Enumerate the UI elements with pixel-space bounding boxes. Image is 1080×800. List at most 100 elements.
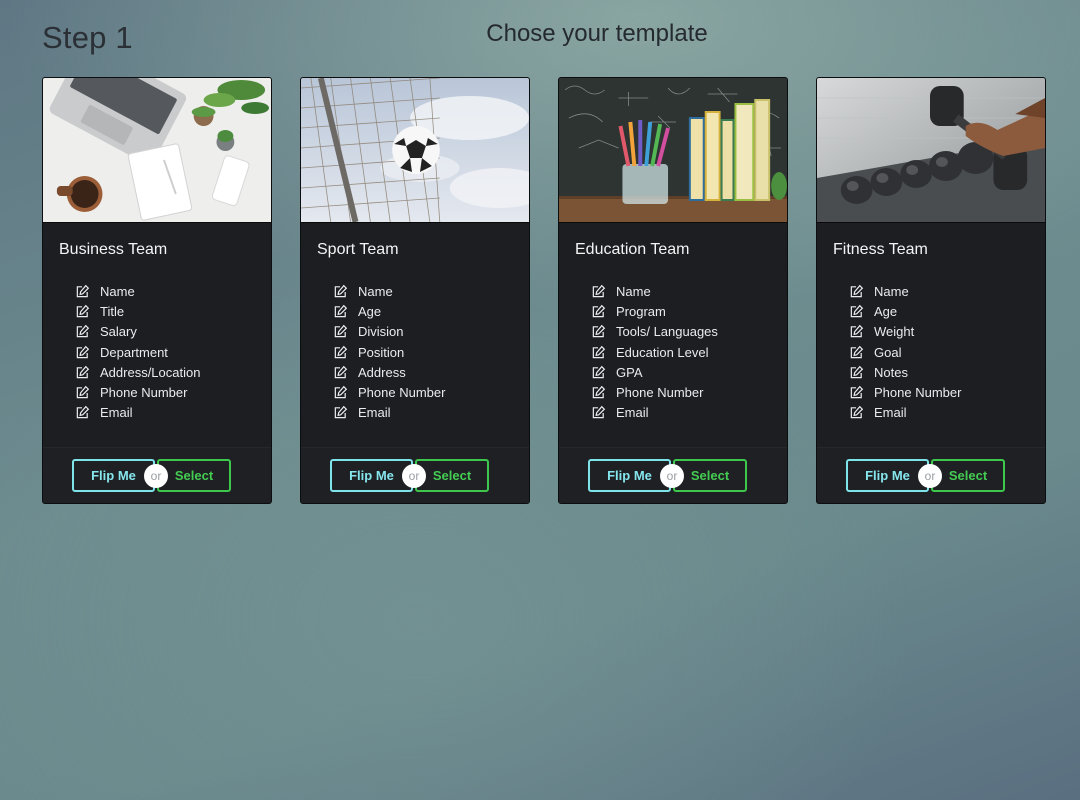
field-label: Name [616,283,651,299]
field-item: Position [333,342,445,362]
field-label: Email [100,405,133,421]
field-label: Email [874,405,907,421]
field-item: Division [333,322,445,342]
field-item: Name [75,281,200,301]
edit-icon [849,304,864,319]
card-title: Business Team [59,241,168,258]
field-label: Name [358,283,393,299]
soccer-goal-image [301,78,529,223]
select-button[interactable]: Select [157,459,231,492]
field-item: Address [333,362,445,382]
edit-icon [591,405,606,420]
field-label: Division [358,324,404,340]
or-divider: or [918,464,942,488]
edit-icon [333,304,348,319]
edit-icon [75,405,90,420]
template-card-fitness: Fitness Team Name Age Weight Goal Notes … [816,77,1046,504]
field-label: Name [100,283,135,299]
edit-icon [591,365,606,380]
field-item: Email [591,403,718,423]
edit-icon [591,385,606,400]
or-divider: or [660,464,684,488]
field-item: Age [333,301,445,321]
edit-icon [75,304,90,319]
edit-icon [75,385,90,400]
field-item: Email [849,403,961,423]
dumbbell-rack-image [817,78,1045,223]
or-divider: or [144,464,168,488]
field-label: Email [616,405,649,421]
field-label: Age [874,303,898,319]
select-button[interactable]: Select [673,459,747,492]
field-label: Name [874,283,909,299]
flip-me-button[interactable]: Flip Me [846,459,929,492]
field-label: GPA [616,364,643,380]
edit-icon [849,385,864,400]
edit-icon [849,324,864,339]
edit-icon [75,345,90,360]
template-card-business: Business Team Name Title Salary Departme… [42,77,272,504]
page-heading: Chose your template [486,20,708,47]
field-item: Email [75,403,200,423]
template-cards: Business Team Name Title Salary Departme… [42,77,1046,504]
field-item: Age [849,301,961,321]
edit-icon [75,365,90,380]
field-label: Phone Number [100,385,188,401]
edit-icon [849,405,864,420]
card-footer: Flip Me or Select [559,447,787,503]
field-item: Phone Number [75,382,200,402]
field-item: Name [849,281,961,301]
field-label: Goal [874,344,902,360]
field-label: Phone Number [874,385,962,401]
template-card-sport: Sport Team Name Age Division Position Ad… [300,77,530,504]
field-label: Phone Number [358,385,446,401]
card-title: Fitness Team [833,241,928,258]
edit-icon [849,345,864,360]
field-label: Age [358,303,382,319]
card-title: Education Team [575,241,690,258]
edit-icon [849,365,864,380]
field-item: Address/Location [75,362,200,382]
template-card-education: Education Team Name Program Tools/ Langu… [558,77,788,504]
card-footer: Flip Me or Select [301,447,529,503]
edit-icon [333,284,348,299]
field-label: Notes [874,364,908,380]
field-list: Name Program Tools/ Languages Education … [591,281,718,423]
edit-icon [591,324,606,339]
field-label: Position [358,344,405,360]
field-item: Goal [849,342,961,362]
card-footer: Flip Me or Select [43,447,271,503]
select-button[interactable]: Select [415,459,489,492]
edit-icon [591,304,606,319]
card-footer: Flip Me or Select [817,447,1045,503]
field-item: Department [75,342,200,362]
books-pencils-image [559,78,787,223]
flip-me-button[interactable]: Flip Me [72,459,155,492]
field-item: Name [333,281,445,301]
field-label: Weight [874,324,915,340]
field-item: Education Level [591,342,718,362]
or-divider: or [402,464,426,488]
field-label: Title [100,303,125,319]
field-item: Tools/ Languages [591,322,718,342]
edit-icon [849,284,864,299]
field-item: Program [591,301,718,321]
field-label: Phone Number [616,385,704,401]
select-button[interactable]: Select [931,459,1005,492]
field-label: Address [358,364,406,380]
field-item: Name [591,281,718,301]
edit-icon [75,324,90,339]
field-label: Tools/ Languages [616,324,718,340]
field-item: Title [75,301,200,321]
flip-me-button[interactable]: Flip Me [330,459,413,492]
edit-icon [591,345,606,360]
field-label: Department [100,344,168,360]
flip-me-button[interactable]: Flip Me [588,459,671,492]
field-label: Address/Location [100,364,201,380]
edit-icon [75,284,90,299]
field-label: Program [616,303,666,319]
field-item: GPA [591,362,718,382]
business-desk-image [43,78,271,223]
card-title: Sport Team [317,241,399,258]
field-label: Salary [100,324,137,340]
